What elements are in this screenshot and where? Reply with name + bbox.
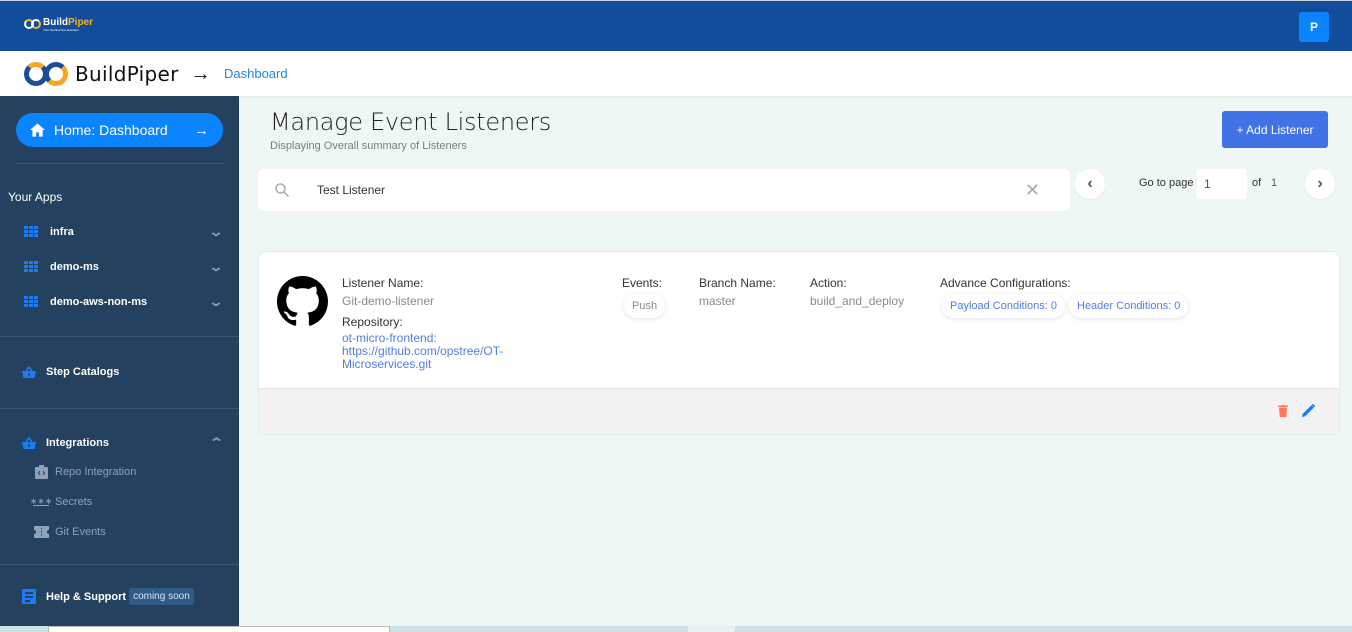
page-title: Manage Event Listeners [270,108,551,136]
help-support-label: Help & Support [46,590,127,603]
listener-name-label: Listener Name: [342,276,424,290]
branch-name-label: Branch Name: [699,276,776,290]
repository-label: Repository: [342,315,403,329]
goto-page-label: Go to page [1139,177,1194,189]
repo-clipboard-icon [33,465,49,479]
logo-brand: BuildPiper [43,17,94,28]
sidebar-app-infra[interactable]: infra ⌄ [24,222,224,242]
delete-icon[interactable] [1278,405,1288,417]
page-number-input[interactable] [1197,169,1247,199]
your-apps-heading: Your Apps [8,190,63,204]
step-catalogs-label: Step Catalogs [46,366,120,378]
chevron-down-icon[interactable]: ⌄ [205,294,227,310]
advance-configurations-label: Advance Configurations: [940,276,1071,290]
branch-name-value: master [699,294,736,308]
github-icon [277,276,328,326]
bottom-taskbar-strip [0,626,1352,632]
action-value: build_and_deploy [810,294,905,308]
page-subtitle: Displaying Overall summary of Listeners [270,140,467,152]
home-dashboard-button[interactable]: Home: Dashboard → [16,113,223,147]
sidebar-app-demo-ms[interactable]: demo-ms ⌄ [24,257,224,277]
edit-icon[interactable] [1302,404,1315,417]
arrow-right-icon: → [190,62,211,85]
taskbar-window-tab[interactable] [48,626,390,632]
sidebar-subitem-git-events[interactable]: Git Events [33,525,106,539]
secrets-asterisk-icon: ∗∗∗ [29,496,53,506]
app-logo-small[interactable]: BuildPiper Your DevSecOps assistant [24,17,93,33]
home-icon [30,123,45,137]
sidebar-item-integrations[interactable]: Integrations ⌃ [22,435,224,451]
sidebar-app-demo-aws-non-ms[interactable]: demo-aws-non-ms ⌄ [24,292,224,312]
sidebar: Home: Dashboard → Your Apps infra ⌄ demo… [0,96,239,626]
sidebar-subitem-repo-integration[interactable]: Repo Integration [33,465,136,479]
search-icon [275,183,289,197]
logo-tagline: Your DevSecOps assistant [43,28,79,32]
of-label: of [1252,177,1262,189]
search-bar[interactable]: Test Listener ✕ [258,169,1070,211]
arrow-right-icon: → [194,121,209,139]
card-footer [259,388,1339,434]
app-grid-icon [24,225,39,239]
secrets-label: Secrets [55,496,93,508]
divider [0,564,239,565]
next-page-button[interactable]: › [1305,169,1335,199]
clear-search-icon[interactable]: ✕ [1025,180,1040,201]
header-conditions-chip[interactable]: Header Conditions: 0 [1069,294,1189,318]
payload-conditions-chip[interactable]: Payload Conditions: 0 [942,294,1066,318]
user-avatar[interactable]: P [1299,12,1329,42]
total-pages: 1 [1271,177,1278,189]
sidebar-item-step-catalogs[interactable]: Step Catalogs [22,366,222,378]
listener-card: Listener Name: Git-demo-listener Reposit… [258,251,1340,435]
repo-integration-label: Repo Integration [55,466,137,478]
top-bar: BuildPiper Your DevSecOps assistant P [0,0,1352,51]
integrations-label: Integrations [46,437,109,449]
chevron-down-icon[interactable]: ⌄ [205,224,227,240]
listener-name-value: Git-demo-listener [342,294,435,308]
action-label: Action: [810,276,847,290]
add-listener-button[interactable]: + Add Listener [1222,111,1328,148]
chevron-left-icon: ‹ [1087,175,1093,192]
brand-name: BuildPiper [75,62,179,86]
basket-icon [22,437,36,449]
chevron-down-icon[interactable]: ⌄ [205,259,227,275]
document-icon [22,589,36,604]
divider [0,336,239,337]
coming-soon-badge: coming soon [129,588,194,605]
logo-icon [24,19,41,29]
app-label: infra [50,226,74,238]
app-grid-icon [24,295,39,309]
sidebar-subitem-secrets[interactable]: ∗∗∗ Secrets [29,495,93,509]
app-label: demo-aws-non-ms [50,296,148,308]
home-dashboard-label: Home: Dashboard [54,122,168,138]
app-grid-icon [24,260,39,274]
git-events-label: Git Events [55,526,106,538]
breadcrumb-dashboard[interactable]: Dashboard [224,66,288,81]
chevron-up-icon[interactable]: ⌃ [209,435,224,451]
divider [0,408,239,409]
taskbar-segment [688,626,735,632]
event-chip-push: Push [624,294,666,318]
sidebar-item-help-support[interactable]: Help & Support coming soon [22,588,194,605]
events-label: Events: [622,276,663,290]
logo-icon [24,62,68,86]
header-bar: BuildPiper → Dashboard [0,51,1352,96]
divider [16,163,223,164]
repository-link[interactable]: ot-micro-frontend: https://github.com/op… [342,332,532,371]
app-logo[interactable]: BuildPiper → [24,62,211,86]
prev-page-button[interactable]: ‹ [1075,169,1105,199]
ticket-icon [33,525,49,539]
basket-icon [22,366,36,378]
search-input[interactable]: Test Listener [317,183,1025,197]
app-label: demo-ms [50,261,99,273]
chevron-right-icon: › [1317,175,1323,192]
